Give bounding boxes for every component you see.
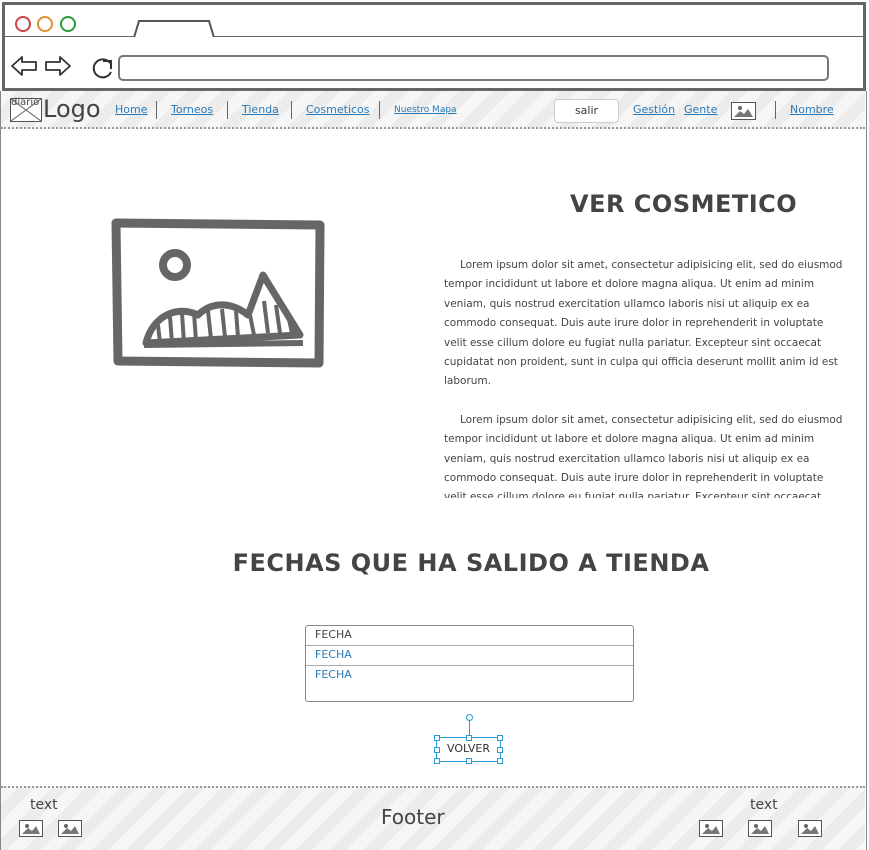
back-arrow-icon[interactable] — [10, 55, 38, 77]
logo-text[interactable]: Logo — [43, 95, 101, 123]
page-title: VER COSMETICO — [570, 190, 798, 218]
site-header: diario Logo Home Torneos Tienda Cosmetic… — [1, 91, 865, 129]
nav-link-gestion[interactable]: Gestión — [633, 103, 675, 116]
resize-handle[interactable] — [497, 758, 503, 764]
forward-arrow-icon[interactable] — [44, 55, 72, 77]
image-icon — [734, 106, 753, 117]
salir-button[interactable]: salir — [554, 99, 619, 123]
nav-link-gente[interactable]: Gente — [684, 103, 717, 116]
dates-section-title: FECHAS QUE HA SALIDO A TIENDA — [232, 549, 710, 577]
nav-separator — [227, 101, 228, 119]
resize-handle[interactable] — [434, 758, 440, 764]
resize-handle[interactable] — [434, 735, 440, 741]
footer-image — [748, 820, 772, 837]
nav-separator — [291, 101, 292, 119]
address-bar[interactable] — [118, 55, 829, 81]
logo-image-label: diario — [11, 97, 40, 108]
minimize-window-icon[interactable] — [37, 16, 53, 32]
rotate-handle[interactable] — [466, 714, 473, 721]
image-icon — [751, 824, 769, 834]
volver-button-label: VOLVER — [446, 742, 491, 755]
resize-handle[interactable] — [466, 735, 472, 741]
volver-button[interactable]: VOLVER — [434, 714, 503, 764]
list-item[interactable]: FECHA — [306, 666, 633, 686]
nav-link-torneos[interactable]: Torneos — [171, 103, 213, 116]
footer-image — [58, 820, 82, 837]
footer-image — [699, 820, 723, 837]
user-avatar[interactable] — [731, 102, 756, 120]
footer-image — [798, 820, 822, 837]
resize-handle[interactable] — [466, 758, 472, 764]
list-item: FECHA — [306, 626, 633, 646]
footer-image — [19, 820, 43, 837]
nav-link-home[interactable]: Home — [115, 103, 147, 116]
resize-handle[interactable] — [497, 735, 503, 741]
close-window-icon[interactable] — [15, 16, 31, 32]
footer-left-text: text — [30, 797, 58, 813]
nav-link-tienda[interactable]: Tienda — [242, 103, 279, 116]
nav-link-nuestro-mapa[interactable]: Nuestro Mapa — [394, 105, 457, 115]
image-icon — [801, 824, 819, 834]
description: Lorem ipsum dolor sit amet, consectetur … — [444, 256, 844, 498]
reload-icon[interactable] — [90, 55, 116, 81]
nav-link-nombre[interactable]: Nombre — [790, 103, 834, 116]
nav-link-cosmeticos[interactable]: Cosmeticos — [306, 103, 370, 116]
nav-separator — [775, 101, 776, 119]
footer-right-text: text — [750, 797, 778, 813]
description-paragraph: Lorem ipsum dolor sit amet, consectetur … — [444, 413, 843, 498]
nav-separator — [156, 101, 157, 119]
image-icon — [61, 824, 79, 834]
resize-handle[interactable] — [497, 747, 503, 753]
nav-separator — [379, 101, 380, 119]
description-paragraph: Lorem ipsum dolor sit amet, consectetur … — [444, 259, 843, 388]
browser-toolbar — [2, 37, 866, 91]
site-footer: text Footer text — [1, 786, 865, 850]
list-item[interactable]: FECHA — [306, 646, 633, 666]
footer-title: Footer — [381, 805, 445, 829]
logo-image: diario — [10, 97, 42, 122]
image-icon — [702, 824, 720, 834]
image-icon — [22, 824, 40, 834]
browser-titlebar — [2, 2, 866, 41]
maximize-window-icon[interactable] — [60, 16, 76, 32]
cosmetic-image — [111, 218, 325, 368]
resize-handle[interactable] — [434, 747, 440, 753]
dates-list: FECHA FECHA FECHA — [305, 625, 634, 702]
